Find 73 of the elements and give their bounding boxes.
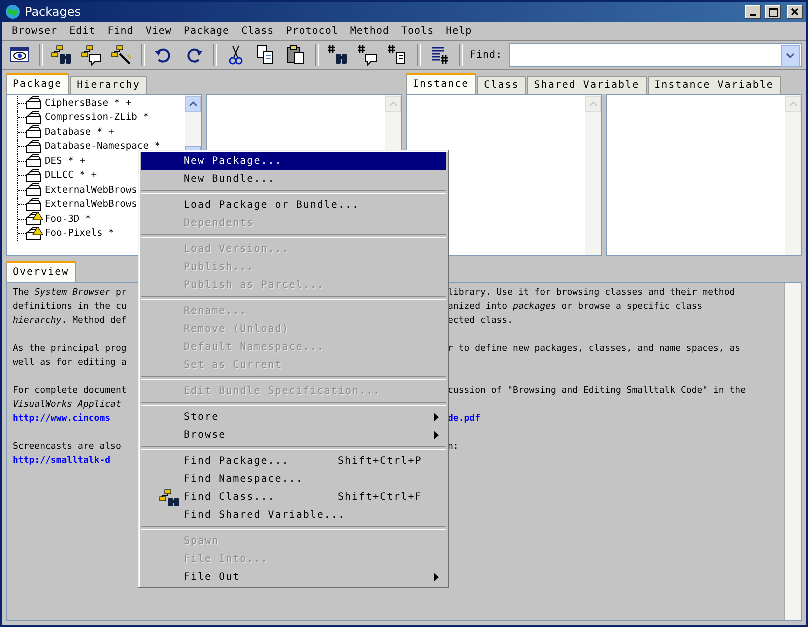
close-icon — [791, 8, 799, 16]
menu-bar-item[interactable]: Help — [440, 26, 478, 36]
scrollbar[interactable] — [785, 95, 801, 255]
dropdown-button[interactable] — [781, 45, 800, 67]
close-button[interactable] — [787, 5, 803, 19]
menu-bar-item[interactable]: Browser — [6, 26, 64, 36]
menu-item[interactable]: Find Namespace... — [141, 470, 446, 488]
paste-icon — [285, 44, 307, 66]
overview-text: Screencasts are also — [13, 441, 122, 454]
overview-text: The System Browser pr — [13, 287, 128, 300]
tree-item[interactable]: Database-Namespace * — [45, 141, 161, 152]
tab[interactable]: Instance Variable — [648, 76, 781, 94]
overview-text: well as for editing a — [13, 357, 128, 370]
tree-item[interactable]: ExternalWebBrows — [45, 199, 138, 210]
tab[interactable]: Package — [6, 73, 70, 94]
menu-bar-item[interactable]: Tools — [396, 26, 440, 36]
menu-bar-item[interactable]: Find — [102, 26, 140, 36]
hash-speech-icon — [357, 44, 379, 66]
minimize-button[interactable] — [745, 5, 761, 19]
menu-item[interactable]: Find Shared Variable... — [141, 506, 446, 524]
menu-bar-item[interactable]: Protocol — [280, 26, 344, 36]
tab[interactable]: Overview — [6, 261, 76, 282]
menu-item[interactable]: Store — [141, 408, 446, 426]
tab[interactable]: Instance — [406, 73, 476, 94]
overview-text: hierarchy. Method def — [13, 315, 128, 328]
tree-item[interactable]: Foo-3D * — [45, 214, 92, 225]
tree-item[interactable]: Compression-ZLib * — [45, 112, 149, 124]
tree-item[interactable]: CiphersBase * + — [45, 98, 132, 109]
overview-text: ected class. — [448, 315, 514, 328]
window-title: Packages — [25, 5, 82, 19]
overview-text: For complete document — [13, 385, 128, 398]
scrollbar[interactable] — [784, 283, 801, 620]
find-field[interactable] — [508, 43, 802, 67]
link[interactable]: http://www.cincoms — [13, 412, 139, 426]
menu-bar-item[interactable]: Package — [178, 26, 236, 36]
menu-bar-item[interactable]: Method — [344, 26, 396, 36]
overview-text: n: — [448, 441, 460, 454]
overview-text: library. Use it for browsing classes and their method — [448, 287, 736, 300]
chevron-down-icon — [786, 53, 795, 59]
menu-item[interactable]: File Out — [141, 568, 446, 586]
submenu-arrow-icon — [434, 572, 439, 582]
globe-icon — [5, 4, 21, 20]
link[interactable]: http://smalltalk-d — [13, 454, 139, 468]
link[interactable]: de.pdf — [448, 412, 784, 426]
hierarchy-wand-icon — [111, 44, 133, 66]
hash-binoculars-icon — [327, 44, 349, 66]
tree-item[interactable]: ExternalWebBrows — [45, 184, 138, 196]
menu-item[interactable]: Find Class... Shift+Ctrl+F — [141, 488, 446, 506]
menu-item[interactable]: Find Package... Shift+Ctrl+P — [141, 452, 446, 470]
tab[interactable]: Hierarchy — [70, 76, 148, 94]
menu-bar-item[interactable]: Edit — [64, 26, 102, 36]
maximize-button[interactable] — [765, 5, 781, 19]
tree-item[interactable]: DES * + — [45, 156, 86, 167]
tree-item[interactable]: DLLCC * + — [45, 170, 97, 182]
overview-text: VisualWorks Applicat — [13, 399, 122, 412]
menu-item[interactable]: New Package... — [141, 152, 446, 170]
overview-text: cussion of "Browsing and Editing Smalltalk Code" in the — [448, 385, 748, 398]
hierarchy-speech-icon — [81, 44, 103, 66]
overview-text: r to define new packages, classes, and name spaces, as — [448, 343, 742, 356]
maximize-icon — [768, 8, 778, 16]
overview-text: anized into packages or browse a specific class — [448, 301, 704, 314]
menu-item[interactable]: Browse — [141, 426, 446, 444]
overview-text: As the principal prog — [13, 343, 128, 356]
tab[interactable]: Class — [477, 76, 526, 94]
overview-text: definitions in the cu — [13, 301, 128, 314]
tab[interactable]: Shared Variable — [527, 76, 647, 94]
tree-item[interactable]: Database * + — [45, 126, 114, 138]
tree-item[interactable]: Foo-Pixels * — [45, 228, 114, 240]
menu-bar-item[interactable]: View — [140, 26, 178, 36]
scrollbar[interactable] — [585, 95, 601, 255]
find-label: Find: — [470, 50, 503, 60]
hierarchy-binoculars-icon — [51, 44, 73, 66]
menu-bar-item[interactable]: Class — [236, 26, 280, 36]
